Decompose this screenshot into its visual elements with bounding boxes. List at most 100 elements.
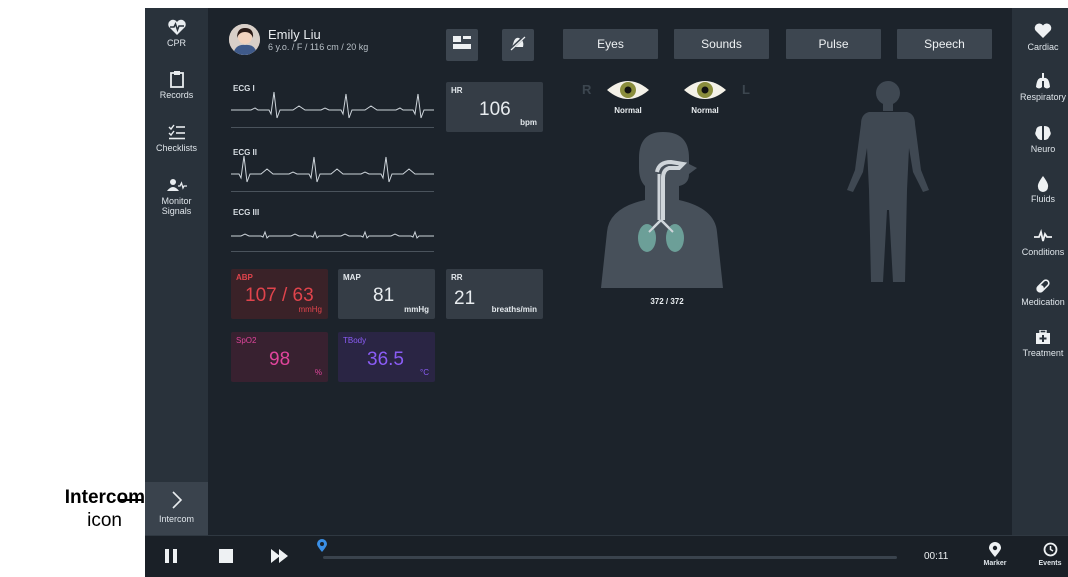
vital-value: 107 / 63	[245, 285, 314, 306]
heart-pulse-icon	[167, 18, 187, 36]
tab-speech[interactable]: Speech	[897, 29, 992, 59]
monitor-signals-icon	[166, 176, 187, 194]
ecg-trace-3: ECG III	[231, 206, 434, 252]
vital-unit: mmHg	[298, 305, 322, 314]
intercom-label: Intercom	[158, 514, 194, 524]
sidebar-item-label: CPR	[166, 38, 186, 48]
mute-alarm-button[interactable]	[502, 29, 534, 61]
brain-icon	[1034, 124, 1052, 142]
sidebar-item-medication[interactable]: Medication	[1012, 277, 1068, 307]
stop-button[interactable]	[219, 549, 233, 568]
sidebar-item-cardiac[interactable]: Cardiac	[1012, 22, 1068, 52]
map-marker-icon	[989, 541, 1001, 558]
vital-label: RR	[451, 273, 463, 282]
timeline-handle[interactable]	[317, 539, 327, 558]
right-eye-status: Normal	[614, 106, 642, 115]
ecg-trace-1: ECG I	[231, 82, 434, 128]
fast-forward-icon	[271, 549, 289, 567]
checklist-icon	[168, 123, 186, 141]
pulse-icon	[1034, 227, 1052, 245]
sidebar-item-fluids[interactable]: Fluids	[1012, 174, 1068, 204]
marker-button[interactable]: Marker	[980, 541, 1010, 569]
vital-value: 81	[373, 285, 395, 306]
vital-label: HR	[451, 86, 463, 95]
first-aid-icon	[1035, 328, 1051, 346]
drop-icon	[1036, 174, 1050, 192]
layout-button[interactable]	[446, 29, 478, 61]
simulator-app: CPR Records Checklists Monitor Signals I…	[145, 8, 1068, 577]
vital-unit: %	[314, 368, 322, 377]
sidebar-item-neuro[interactable]: Neuro	[1012, 124, 1068, 154]
elapsed-time: 00:11	[924, 551, 949, 562]
sidebar-item-label: Treatment	[1022, 348, 1064, 358]
callout-title: Intercom	[64, 487, 145, 508]
ecg-trace-2: ECG II	[231, 146, 434, 192]
chevron-right-icon	[171, 488, 183, 512]
hr-vital: HR 106 bpm	[446, 82, 543, 132]
vital-unit: breaths/min	[491, 305, 537, 314]
sidebar-item-respiratory[interactable]: Respiratory	[1012, 72, 1068, 102]
sidebar-item-label: Checklists	[155, 143, 197, 153]
vital-value: 36.5	[367, 349, 404, 370]
sidebar-item-monitor-signals[interactable]: Monitor Signals	[145, 176, 208, 216]
sidebar-item-label: Neuro	[1030, 144, 1056, 154]
airway-figure[interactable]	[599, 128, 725, 293]
marker-label: Marker	[983, 560, 1007, 567]
playback-bar: 00:11 Marker Events	[145, 535, 1068, 577]
events-label: Events	[1038, 560, 1062, 567]
left-sidebar: CPR Records Checklists Monitor Signals I…	[145, 8, 208, 535]
callout-line	[118, 499, 142, 501]
clock-icon	[1043, 541, 1058, 558]
left-eye-status: Normal	[691, 106, 719, 115]
patient-header: Emily Liu 6 y.o. / F / 116 cm / 20 kg	[229, 24, 368, 55]
alarm-off-icon	[508, 34, 527, 56]
sidebar-item-checklists[interactable]: Checklists	[145, 123, 208, 153]
right-eye[interactable]	[606, 78, 650, 107]
timeline-track[interactable]	[323, 556, 897, 559]
sidebar-item-cpr[interactable]: CPR	[145, 18, 208, 48]
tab-sounds[interactable]: Sounds	[674, 29, 769, 59]
intercom-button[interactable]: Intercom	[145, 482, 208, 535]
pause-icon	[164, 549, 178, 568]
heart-icon	[1034, 22, 1052, 40]
vital-label: SpO2	[236, 336, 257, 345]
sidebar-item-label: Records	[159, 90, 194, 100]
patient-info: 6 y.o. / F / 116 cm / 20 kg	[268, 41, 369, 52]
sidebar-item-records[interactable]: Records	[145, 70, 208, 100]
layout-icon	[453, 36, 471, 54]
sidebar-item-label: Medication	[1021, 297, 1065, 307]
sidebar-item-label: Conditions	[1021, 247, 1065, 257]
tab-eyes[interactable]: Eyes	[563, 29, 658, 59]
rr-vital: RR 21 breaths/min	[446, 269, 543, 319]
tab-pulse[interactable]: Pulse	[786, 29, 881, 59]
vital-unit: °C	[420, 368, 429, 377]
sidebar-item-label: Respiratory	[1019, 92, 1066, 102]
map-vital: MAP 81 mmHg	[338, 269, 435, 319]
callout-subtitle: icon	[87, 510, 122, 531]
intercom-callout: Intercom icon	[0, 487, 145, 533]
pause-button[interactable]	[164, 548, 178, 569]
vital-value: 98	[269, 349, 291, 370]
vital-unit: bpm	[520, 118, 537, 127]
body-figure[interactable]	[843, 78, 933, 289]
left-eye[interactable]	[683, 78, 727, 107]
vital-label: ABP	[236, 273, 253, 282]
pill-icon	[1035, 277, 1051, 295]
sidebar-item-label: Monitor Signals	[161, 196, 192, 216]
sidebar-item-label: Fluids	[1030, 194, 1055, 204]
sidebar-item-treatment[interactable]: Treatment	[1012, 328, 1068, 358]
events-button[interactable]: Events	[1035, 541, 1065, 569]
vital-value: 106	[479, 99, 511, 120]
airway-readout: 372 / 372	[650, 297, 684, 306]
sidebar-item-conditions[interactable]: Conditions	[1012, 227, 1068, 257]
clipboard-icon	[169, 70, 184, 88]
location-pin-icon	[317, 539, 327, 557]
vital-label: TBody	[343, 336, 367, 345]
left-eye-marker: L	[742, 82, 750, 97]
vital-label: MAP	[343, 273, 361, 282]
avatar	[229, 24, 260, 55]
fast-forward-button[interactable]	[271, 549, 289, 568]
lungs-icon	[1035, 72, 1051, 90]
spo2-vital: SpO2 98 %	[231, 332, 328, 382]
vital-unit: mmHg	[404, 305, 429, 314]
